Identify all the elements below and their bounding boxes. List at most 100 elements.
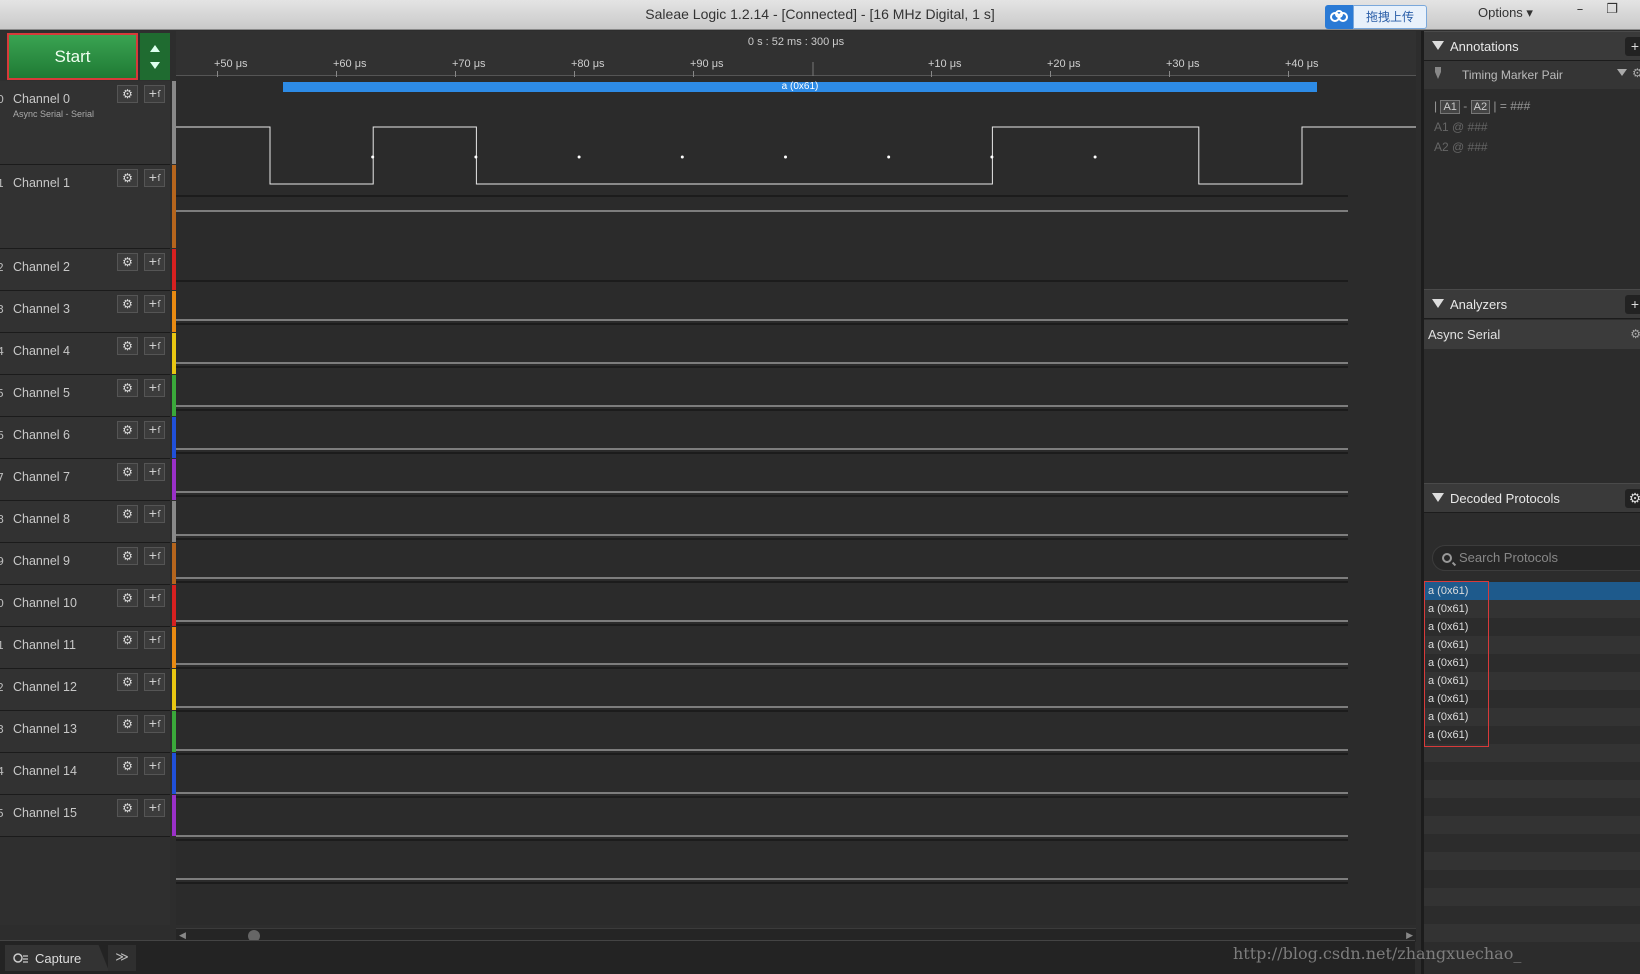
speed-stepper[interactable] <box>140 33 170 80</box>
gear-icon[interactable]: ⚙ <box>1625 489 1640 508</box>
timing-marker-row[interactable]: Timing Marker Pair ⚙ <box>1424 61 1640 89</box>
trigger-icon[interactable]: +ſ <box>144 463 165 481</box>
minimize-button[interactable]: – <box>1565 2 1595 22</box>
channel-name[interactable]: Channel 0 <box>13 92 70 106</box>
channel-name[interactable]: Channel 9 <box>13 554 70 568</box>
channel-row[interactable]: 3 Channel 3 ⚙ +ſ <box>0 291 176 333</box>
channel-name[interactable]: Channel 15 <box>13 806 77 820</box>
gear-icon[interactable]: ⚙ <box>117 673 138 691</box>
gear-icon[interactable]: ⚙ <box>1632 66 1640 80</box>
trigger-icon[interactable]: +ſ <box>144 295 165 313</box>
trigger-icon[interactable]: +ſ <box>144 547 165 565</box>
channel-name[interactable]: Channel 7 <box>13 470 70 484</box>
gear-icon[interactable]: ⚙ <box>117 379 138 397</box>
gear-icon[interactable]: ⚙ <box>117 505 138 523</box>
waveform-area[interactable]: 0 s : 52 ms : 300 μs +50 μs +60 μs +70 μs +… <box>176 31 1416 942</box>
trigger-icon[interactable]: +ſ <box>144 505 165 523</box>
decoded-row[interactable]: a (0x61) <box>1424 654 1640 672</box>
trigger-icon[interactable]: +ſ <box>144 673 165 691</box>
decoded-row[interactable] <box>1424 780 1640 798</box>
channel-row[interactable]: 3 Channel 13 ⚙ +ſ <box>0 711 176 753</box>
a2-marker-button[interactable]: A2 <box>1470 100 1491 114</box>
gear-icon[interactable]: ⚙ <box>117 295 138 313</box>
decoded-row[interactable]: a (0x61) <box>1424 636 1640 654</box>
decoded-row[interactable] <box>1424 870 1640 888</box>
decoded-row[interactable]: a (0x61) <box>1424 600 1640 618</box>
decoded-row[interactable]: a (0x61) <box>1424 618 1640 636</box>
channel-name[interactable]: Channel 1 <box>13 176 70 190</box>
trigger-icon[interactable]: +ſ <box>144 589 165 607</box>
restore-button[interactable]: ❐ <box>1597 2 1627 22</box>
decoded-protocols-header[interactable]: Decoded Protocols ⚙ <box>1424 483 1640 513</box>
collapse-icon[interactable] <box>1432 299 1444 308</box>
gear-icon[interactable]: ⚙ <box>117 757 138 775</box>
trigger-icon[interactable]: +ſ <box>144 85 165 103</box>
channel-row[interactable]: 2 Channel 12 ⚙ +ſ <box>0 669 176 711</box>
decoded-row[interactable] <box>1424 834 1640 852</box>
gear-icon[interactable]: ⚙ <box>117 715 138 733</box>
gear-icon[interactable]: ⚙ <box>117 253 138 271</box>
up-arrow-icon[interactable] <box>150 45 160 52</box>
channel-row[interactable]: 0 Channel 10 ⚙ +ſ <box>0 585 176 627</box>
trigger-icon[interactable]: +ſ <box>144 421 165 439</box>
start-button[interactable]: Start <box>7 33 138 80</box>
channel-row[interactable]: 2 Channel 2 ⚙ +ſ <box>0 249 176 291</box>
channel-name[interactable]: Channel 6 <box>13 428 70 442</box>
channel-name[interactable]: Channel 13 <box>13 722 77 736</box>
collapse-icon[interactable] <box>1432 41 1444 50</box>
annotations-header[interactable]: Annotations + <box>1424 31 1640 61</box>
upload-button[interactable]: 拖拽上传 <box>1325 5 1427 29</box>
add-analyzer-button[interactable]: + <box>1625 295 1640 314</box>
trigger-icon[interactable]: +ſ <box>144 757 165 775</box>
decoded-row[interactable]: a (0x61) <box>1424 708 1640 726</box>
trigger-icon[interactable]: +ſ <box>144 253 165 271</box>
gear-icon[interactable]: ⚙ <box>117 631 138 649</box>
gear-icon[interactable]: ⚙ <box>117 589 138 607</box>
channel-name[interactable]: Channel 12 <box>13 680 77 694</box>
gear-icon[interactable]: ⚙ <box>117 337 138 355</box>
channel-name[interactable]: Channel 2 <box>13 260 70 274</box>
analyzer-item-async-serial[interactable]: Async Serial ⚙ <box>1424 320 1640 349</box>
down-arrow-icon[interactable] <box>150 62 160 69</box>
analyzers-header[interactable]: Analyzers + <box>1424 289 1640 319</box>
gear-icon[interactable]: ⚙ <box>1630 320 1640 349</box>
channel-name[interactable]: Channel 14 <box>13 764 77 778</box>
channel-name[interactable]: Channel 4 <box>13 344 70 358</box>
decoded-row[interactable] <box>1424 906 1640 924</box>
channel-row[interactable]: 5 Channel 15 ⚙ +ſ <box>0 795 176 837</box>
channel-row[interactable]: 4 Channel 4 ⚙ +ſ <box>0 333 176 375</box>
decoded-row[interactable]: a (0x61) <box>1424 726 1640 744</box>
search-protocols-input[interactable]: Search Protocols <box>1432 545 1640 571</box>
gear-icon[interactable]: ⚙ <box>117 85 138 103</box>
trigger-icon[interactable]: +ſ <box>144 169 165 187</box>
channel-row[interactable]: 5 Channel 5 ⚙ +ſ <box>0 375 176 417</box>
collapse-icon[interactable] <box>1432 493 1444 502</box>
decoded-row[interactable]: a (0x61) <box>1424 582 1640 600</box>
decoded-row[interactable] <box>1424 798 1640 816</box>
channel-row[interactable]: 1 Channel 11 ⚙ +ſ <box>0 627 176 669</box>
gear-icon[interactable]: ⚙ <box>117 169 138 187</box>
decoded-row[interactable]: a (0x61) <box>1424 672 1640 690</box>
trigger-icon[interactable]: +ſ <box>144 337 165 355</box>
channel-row[interactable]: 9 Channel 9 ⚙ +ſ <box>0 543 176 585</box>
gear-icon[interactable]: ⚙ <box>117 547 138 565</box>
trigger-icon[interactable]: +ſ <box>144 379 165 397</box>
channel-name[interactable]: Channel 11 <box>13 638 76 652</box>
channel-row[interactable]: 8 Channel 8 ⚙ +ſ <box>0 501 176 543</box>
channel-name[interactable]: Channel 5 <box>13 386 70 400</box>
add-annotation-button[interactable]: + <box>1625 37 1640 56</box>
trigger-icon[interactable]: +ſ <box>144 799 165 817</box>
trigger-icon[interactable]: +ſ <box>144 631 165 649</box>
channel-row[interactable]: 6 Channel 6 ⚙ +ſ <box>0 417 176 459</box>
decoded-row[interactable] <box>1424 888 1640 906</box>
capture-tab[interactable]: Capture <box>5 945 109 971</box>
channel-name[interactable]: Channel 3 <box>13 302 70 316</box>
decoded-row[interactable] <box>1424 762 1640 780</box>
decoded-row[interactable] <box>1424 816 1640 834</box>
trigger-icon[interactable]: +ſ <box>144 715 165 733</box>
channel-name[interactable]: Channel 8 <box>13 512 70 526</box>
channel-row[interactable]: 1 Channel 1 ⚙ +ſ <box>0 165 176 249</box>
decoded-row[interactable] <box>1424 852 1640 870</box>
options-menu[interactable]: Options ▾ <box>1478 5 1533 21</box>
decoded-row[interactable] <box>1424 924 1640 942</box>
